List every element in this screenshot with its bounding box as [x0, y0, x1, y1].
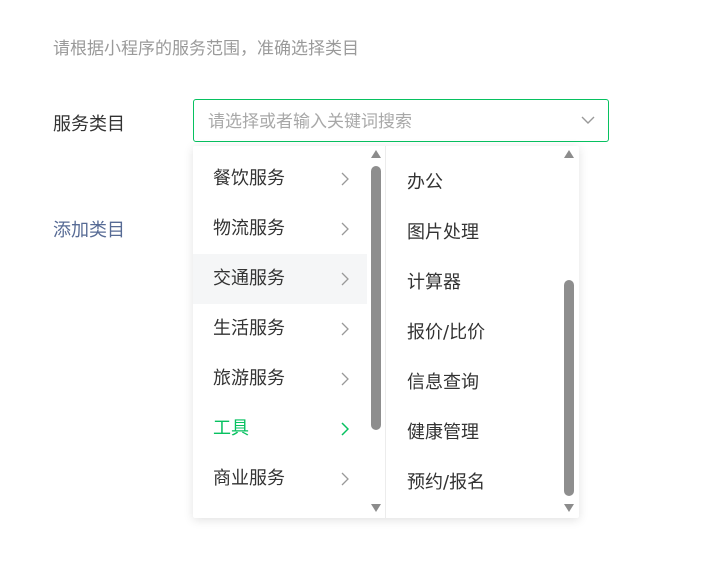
secondary-category-item[interactable]: 计算器	[386, 258, 558, 308]
primary-category-item[interactable]: 旅游服务	[193, 354, 367, 404]
scroll-down-arrow-icon[interactable]	[564, 504, 574, 512]
chevron-down-icon[interactable]	[580, 112, 596, 128]
add-category-link[interactable]: 添加类目	[53, 216, 125, 242]
scroll-down-arrow-icon[interactable]	[371, 504, 381, 512]
secondary-category-item[interactable]: 报价/比价	[386, 308, 558, 358]
chevron-right-icon	[341, 222, 349, 236]
secondary-category-item[interactable]: 信息查询	[386, 358, 558, 408]
primary-category-label: 交通服务	[213, 268, 285, 289]
right-scrollbar[interactable]	[563, 146, 575, 518]
secondary-category-item[interactable]: 图片处理	[386, 208, 558, 258]
scrollbar-thumb[interactable]	[564, 280, 574, 496]
chevron-right-icon	[341, 272, 349, 286]
secondary-category-item[interactable]: 健康管理	[386, 408, 558, 458]
secondary-category-item[interactable]: 预约/报名	[386, 458, 558, 508]
primary-category-item[interactable]: 商业服务	[193, 454, 367, 504]
category-select[interactable]	[193, 99, 609, 142]
primary-category-label: 旅游服务	[213, 368, 285, 389]
primary-category-label: 餐饮服务	[213, 168, 285, 189]
primary-category-label: 生活服务	[213, 318, 285, 339]
primary-category-label: 物流服务	[213, 218, 285, 239]
category-search-input[interactable]	[206, 108, 570, 136]
chevron-right-icon	[341, 472, 349, 486]
service-category-label: 服务类目	[53, 114, 125, 135]
primary-category-label: 商业服务	[213, 468, 285, 489]
primary-category-item[interactable]: 生活服务	[193, 304, 367, 354]
chevron-right-icon	[341, 322, 349, 336]
scroll-up-arrow-icon[interactable]	[371, 150, 381, 158]
left-scrollbar[interactable]	[370, 146, 382, 518]
primary-category-item[interactable]: 交通服务	[193, 254, 367, 304]
chevron-right-icon	[341, 422, 349, 436]
primary-category-item-active[interactable]: 工具	[193, 404, 367, 454]
secondary-category-item[interactable]: 办公	[386, 158, 558, 208]
primary-category-list: 餐饮服务 物流服务 交通服务 生活服务 旅游服务 工具 商业服务	[193, 146, 386, 518]
chevron-right-icon	[341, 172, 349, 186]
category-dropdown: 餐饮服务 物流服务 交通服务 生活服务 旅游服务 工具 商业服务 办公 图片处理…	[193, 146, 579, 518]
primary-category-item[interactable]: 餐饮服务	[193, 154, 367, 204]
primary-category-label: 工具	[213, 418, 249, 439]
scroll-up-arrow-icon[interactable]	[564, 150, 574, 158]
chevron-right-icon	[341, 372, 349, 386]
scrollbar-thumb[interactable]	[371, 166, 381, 430]
category-hint: 请根据小程序的服务范围，准确选择类目	[53, 39, 359, 59]
primary-category-item[interactable]: 物流服务	[193, 204, 367, 254]
secondary-category-list: 办公 图片处理 计算器 报价/比价 信息查询 健康管理 预约/报名	[386, 146, 579, 518]
